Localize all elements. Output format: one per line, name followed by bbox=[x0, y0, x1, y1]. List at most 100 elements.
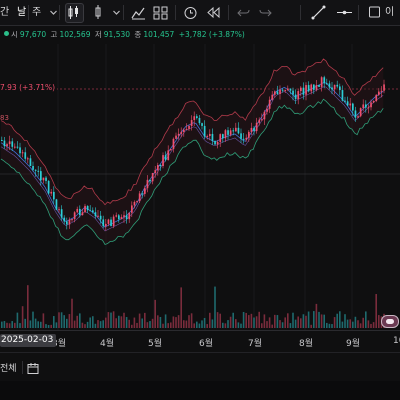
volume-bar bbox=[372, 322, 375, 328]
candle-body bbox=[323, 77, 326, 84]
candle-body bbox=[287, 88, 289, 90]
candle-body bbox=[45, 177, 47, 181]
volume-bar bbox=[227, 320, 229, 328]
candle-body bbox=[34, 169, 37, 171]
volume-bar bbox=[123, 312, 125, 328]
volume-bar bbox=[297, 316, 299, 328]
candle-body bbox=[328, 83, 331, 88]
volume-bar bbox=[164, 314, 167, 328]
candle-body bbox=[258, 119, 261, 123]
candle-body bbox=[281, 89, 284, 91]
volume-bar bbox=[211, 319, 214, 328]
month-label: 9월 bbox=[346, 339, 361, 349]
candle-body bbox=[354, 110, 357, 118]
candle-body bbox=[203, 125, 206, 137]
candle-body bbox=[55, 199, 58, 210]
volume-bar bbox=[107, 312, 110, 328]
volume-bar bbox=[167, 323, 169, 328]
volume-bar bbox=[133, 317, 136, 328]
volume-bar bbox=[232, 312, 234, 328]
candle-body bbox=[310, 84, 313, 92]
volume-bar bbox=[32, 311, 34, 328]
volume-bar bbox=[266, 321, 268, 328]
volume-bar bbox=[357, 320, 359, 328]
candle-body bbox=[180, 131, 183, 134]
volume-bar bbox=[151, 318, 154, 328]
volume-bar bbox=[138, 313, 141, 328]
volume-bar bbox=[255, 316, 258, 328]
candle-body bbox=[136, 201, 138, 203]
volume-bar bbox=[229, 316, 232, 328]
candle-body bbox=[302, 87, 305, 95]
month-label: 5월 bbox=[148, 339, 163, 349]
volume-bar bbox=[180, 287, 182, 328]
volume-bar bbox=[115, 318, 117, 328]
candle-body bbox=[193, 116, 196, 121]
volume-bar bbox=[92, 316, 94, 328]
candle-body bbox=[279, 89, 281, 94]
candle-body bbox=[274, 91, 276, 95]
volume-bar bbox=[313, 311, 315, 328]
volume-bar bbox=[73, 320, 76, 328]
candle-body bbox=[146, 179, 149, 189]
candle-body bbox=[123, 215, 125, 218]
crosshair-date-label: 2025-02-03 bbox=[0, 334, 57, 347]
volume-bar bbox=[258, 311, 260, 328]
candle-body bbox=[214, 140, 216, 145]
candle-body bbox=[211, 133, 214, 141]
volume-bar bbox=[37, 321, 39, 328]
candle-body bbox=[201, 123, 203, 126]
month-label: 6월 bbox=[199, 339, 214, 349]
volume-bar bbox=[333, 317, 336, 328]
candle-body bbox=[237, 127, 240, 134]
candle-body bbox=[336, 84, 339, 87]
volume-bar bbox=[84, 324, 86, 328]
volume-bar bbox=[86, 321, 89, 328]
candle-body bbox=[266, 108, 268, 112]
volume-bar bbox=[216, 312, 219, 328]
volume-bar bbox=[112, 311, 115, 328]
volume-bar bbox=[19, 323, 21, 328]
candle-body bbox=[375, 94, 378, 102]
candle-body bbox=[380, 90, 383, 92]
volume-bar bbox=[149, 321, 151, 328]
volume-bar bbox=[375, 294, 377, 328]
candle-body bbox=[232, 130, 235, 132]
volume-bar bbox=[99, 321, 102, 328]
volume-bar bbox=[300, 318, 302, 328]
volume-bar bbox=[305, 315, 307, 328]
calendar-icon[interactable] bbox=[27, 360, 40, 374]
candle-body bbox=[219, 134, 222, 142]
candle-body bbox=[190, 120, 193, 127]
volume-bar bbox=[29, 320, 32, 328]
candle-body bbox=[138, 193, 141, 202]
volume-bar bbox=[190, 313, 193, 328]
candle-body bbox=[157, 165, 159, 171]
volume-bar bbox=[118, 315, 120, 328]
volume-bar bbox=[110, 312, 112, 328]
volume-bar bbox=[47, 324, 50, 328]
volume-bar bbox=[307, 311, 310, 328]
range-all-button[interactable]: 전체 bbox=[0, 361, 17, 374]
volume-bar bbox=[339, 311, 341, 328]
candle-body bbox=[229, 130, 232, 135]
volume-bar bbox=[27, 285, 29, 328]
candle-body bbox=[318, 85, 320, 87]
price-chart[interactable] bbox=[0, 0, 400, 330]
candle-body bbox=[333, 84, 336, 90]
scroll-to-latest-button[interactable] bbox=[381, 315, 399, 328]
time-axis[interactable]: 3월 4월 5월 6월 7월 8월 9월 10 bbox=[0, 330, 400, 353]
volume-bar bbox=[40, 321, 42, 328]
candle-body bbox=[154, 170, 157, 173]
candle-body bbox=[344, 100, 346, 102]
candle-body bbox=[307, 85, 310, 92]
volume-bar bbox=[105, 317, 107, 328]
candle-body bbox=[271, 94, 274, 100]
volume-bar bbox=[175, 317, 177, 328]
candle-body bbox=[53, 191, 55, 200]
candle-body bbox=[105, 223, 107, 227]
candle-body bbox=[372, 101, 375, 103]
candle-body bbox=[159, 165, 162, 167]
candle-body bbox=[131, 205, 133, 213]
candle-body bbox=[177, 133, 180, 136]
